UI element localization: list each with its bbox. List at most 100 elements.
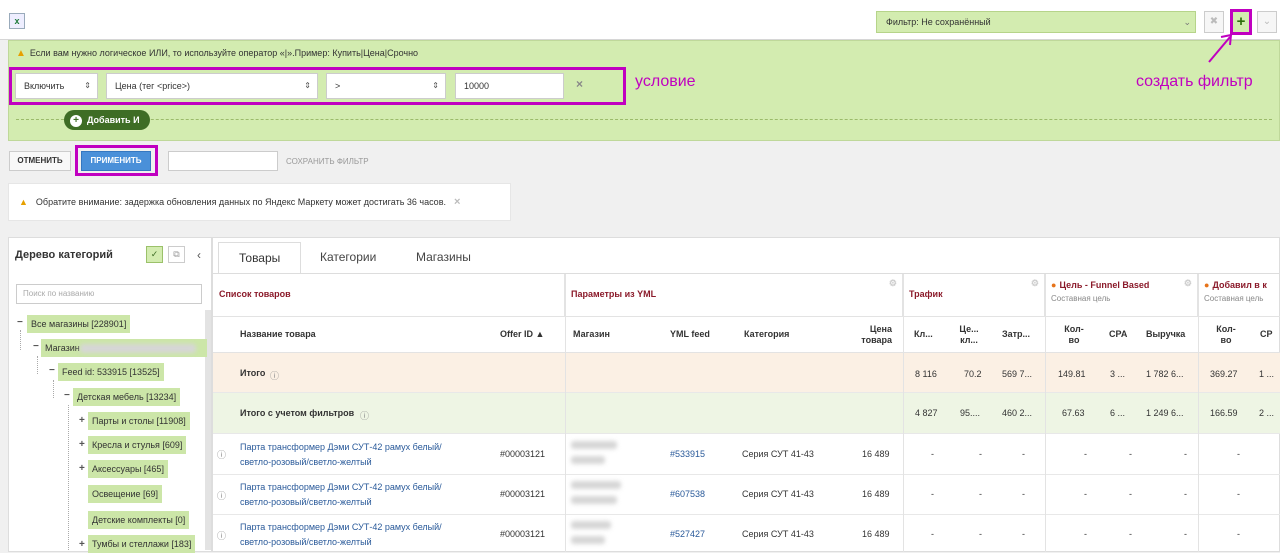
empty-cell: - [1022,449,1025,459]
col-cpc[interactable]: Це... кл... [958,316,980,353]
annotation-arrow-icon [1208,33,1233,63]
col-price[interactable]: Цена товара [850,316,892,353]
col-cpa2[interactable]: СР [1260,316,1273,353]
redacted-text [571,536,605,544]
product-name[interactable]: Парта трансформер Дэми СУТ-42 рамух белы… [240,440,442,470]
warning-icon: ▲ [19,197,28,207]
cancel-button[interactable]: ОТМЕНИТЬ [9,151,71,171]
tree-node[interactable]: Тумбы и стеллажи [183] [88,535,196,553]
tree-node[interactable]: Feed id: 533915 [13525] [58,363,164,381]
redacted-text [571,481,621,489]
filtered-totals-label: Итого с учетом фильтров [240,408,355,418]
col-qty2[interactable]: Кол-во [1213,316,1239,353]
warning-icon: ▲ [16,48,26,59]
save-filter-link[interactable]: СОХРАНИТЬ ФИЛЬТР [286,157,369,166]
col-clicks[interactable]: Кл... [914,316,933,353]
empty-cell: - [979,449,982,459]
expand-node-icon[interactable]: + [79,416,85,426]
tree-node[interactable]: Все магазины [228901] [27,315,131,333]
group-products: Список товаров [213,274,565,316]
help-icon[interactable]: ⓘ [360,409,369,422]
col-cpa[interactable]: CPA [1109,316,1127,353]
tree-node[interactable]: Детские комплекты [0] [88,511,190,529]
delay-notice: ▲ Обратите внимание: задержка обновления … [8,183,511,221]
offer-id: #00003121 [500,489,546,499]
tree-node[interactable]: Освещение [69] [88,485,163,503]
col-feed[interactable]: YML feed [670,316,710,353]
divider [565,274,566,552]
filter-name-input[interactable] [168,151,278,171]
tab-shops[interactable]: Магазины [396,242,491,274]
excel-export-icon[interactable]: x [9,13,25,29]
value-input[interactable]: 10000 [455,73,564,99]
create-filter-annotation: создать фильтр [1136,73,1253,90]
col-shop[interactable]: Магазин [573,316,610,353]
redacted-text [571,496,617,504]
help-icon[interactable]: ⓘ [217,489,226,502]
col-revenue[interactable]: Выручка [1146,316,1185,353]
empty-cell: - [1084,449,1087,459]
ftotals-cost: 460 2... [1002,408,1033,418]
feed-link[interactable]: #533915 [670,449,705,459]
product-name[interactable]: Парта трансформер Дэми СУТ-42 рамух белы… [240,480,442,510]
gear-icon[interactable]: ⚙ [889,278,897,289]
product-name[interactable]: Парта трансформер Дэми СУТ-42 рамух белы… [240,520,442,550]
help-icon[interactable]: ⓘ [217,529,226,542]
offer-id: #00003121 [500,449,546,459]
price: 16 489 [862,449,890,459]
filter-selector[interactable]: Фильтр: Не сохранённый ⌄ [876,11,1196,33]
help-icon[interactable]: ⓘ [270,369,279,382]
collapse-node-icon[interactable]: − [17,318,23,328]
expand-node-icon[interactable]: + [79,440,85,450]
collapse-icon[interactable]: ‹ [197,248,201,262]
apply-button[interactable]: ПРИМЕНИТЬ [81,151,151,171]
tree-node[interactable]: Кресла и стулья [609] [88,436,187,454]
collapse-node-icon[interactable]: − [33,342,39,352]
sort-up-icon: ▲ [533,329,545,339]
tab-products[interactable]: Товары [218,242,302,274]
gear-icon[interactable]: ⚙ [1031,278,1039,289]
empty-cell: - [931,529,934,539]
category: Серия СУТ 41-43 [742,449,814,459]
filter-menu-button[interactable]: ⌄ [1257,11,1277,33]
collapse-node-icon[interactable]: − [64,391,70,401]
empty-cell: - [1084,529,1087,539]
col-qty[interactable]: Кол-во [1061,316,1087,353]
delete-filter-button[interactable]: ✖ [1204,11,1224,33]
empty-cell: - [1237,449,1240,459]
col-cost[interactable]: Затр... [1002,316,1030,353]
col-category[interactable]: Категория [744,316,789,353]
add-and-button[interactable]: + Добавить И [64,110,150,130]
ftotals-clicks: 4 827 [915,408,938,418]
col-name[interactable]: Название товара [240,316,316,353]
empty-cell: - [1184,449,1187,459]
tree-node[interactable]: Детская мебель [13234] [73,388,181,406]
totals-cost: 569 7... [1002,369,1033,379]
remove-condition-icon[interactable]: × [576,77,583,91]
target-icon: ● [1204,280,1210,290]
ftotals-qty2: 166.59 [1210,408,1238,418]
ftotals-qty: 67.63 [1062,408,1085,418]
check-icon[interactable]: ✓ [146,246,163,263]
feed-link[interactable]: #527427 [670,529,705,539]
expand-node-icon[interactable]: + [79,540,85,550]
feed-link[interactable]: #607538 [670,489,705,499]
include-select[interactable]: Включить ⇕ [15,73,98,99]
gear-icon[interactable]: ⚙ [1184,278,1192,289]
col-offer[interactable]: Offer ID ▲ [500,316,544,353]
tree-node[interactable]: Аксессуары [465] [88,460,168,478]
help-icon[interactable]: ⓘ [217,448,226,461]
redacted-text [80,344,196,353]
tree-search-input[interactable]: Поиск по названию [16,284,202,304]
operator-select[interactable]: > ⇕ [326,73,446,99]
tree-node[interactable]: Парты и столы [11908] [88,412,190,430]
tab-categories[interactable]: Категории [300,242,396,274]
collapse-node-icon[interactable]: − [49,366,55,376]
category: Серия СУТ 41-43 [742,489,814,499]
copy-icon[interactable]: ⧉ [168,246,185,263]
close-icon[interactable]: × [454,196,460,208]
empty-cell: - [1022,489,1025,499]
divider [1198,274,1199,552]
field-select[interactable]: Цена (тег <price>) ⇕ [106,73,318,99]
expand-node-icon[interactable]: + [79,464,85,474]
